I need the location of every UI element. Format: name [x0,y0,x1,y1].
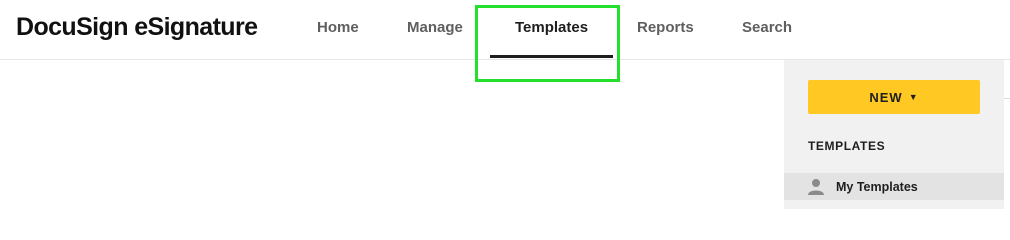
nav-search[interactable]: Search [742,19,792,36]
new-button[interactable]: NEW ▼ [808,80,980,114]
edge-divider [1004,98,1010,99]
brand-logo[interactable]: DocuSign eSignature [16,13,258,42]
nav-manage[interactable]: Manage [407,19,463,36]
nav-home[interactable]: Home [317,19,359,36]
top-header: DocuSign eSignature Home Manage Template… [0,0,1010,60]
new-button-label: NEW [869,89,903,105]
templates-side-panel: NEW ▼ TEMPLATES My Templates [784,60,1004,209]
active-tab-underline [490,55,613,58]
person-icon [808,178,824,195]
sidebar-item-label: My Templates [836,179,918,194]
app-root: DocuSign eSignature Home Manage Template… [0,0,1010,209]
templates-section-title: TEMPLATES [808,139,886,153]
nav-reports[interactable]: Reports [637,19,694,36]
caret-down-icon: ▼ [908,92,919,102]
nav-templates[interactable]: Templates [515,19,588,36]
sidebar-item-my-templates[interactable]: My Templates [784,173,1004,200]
